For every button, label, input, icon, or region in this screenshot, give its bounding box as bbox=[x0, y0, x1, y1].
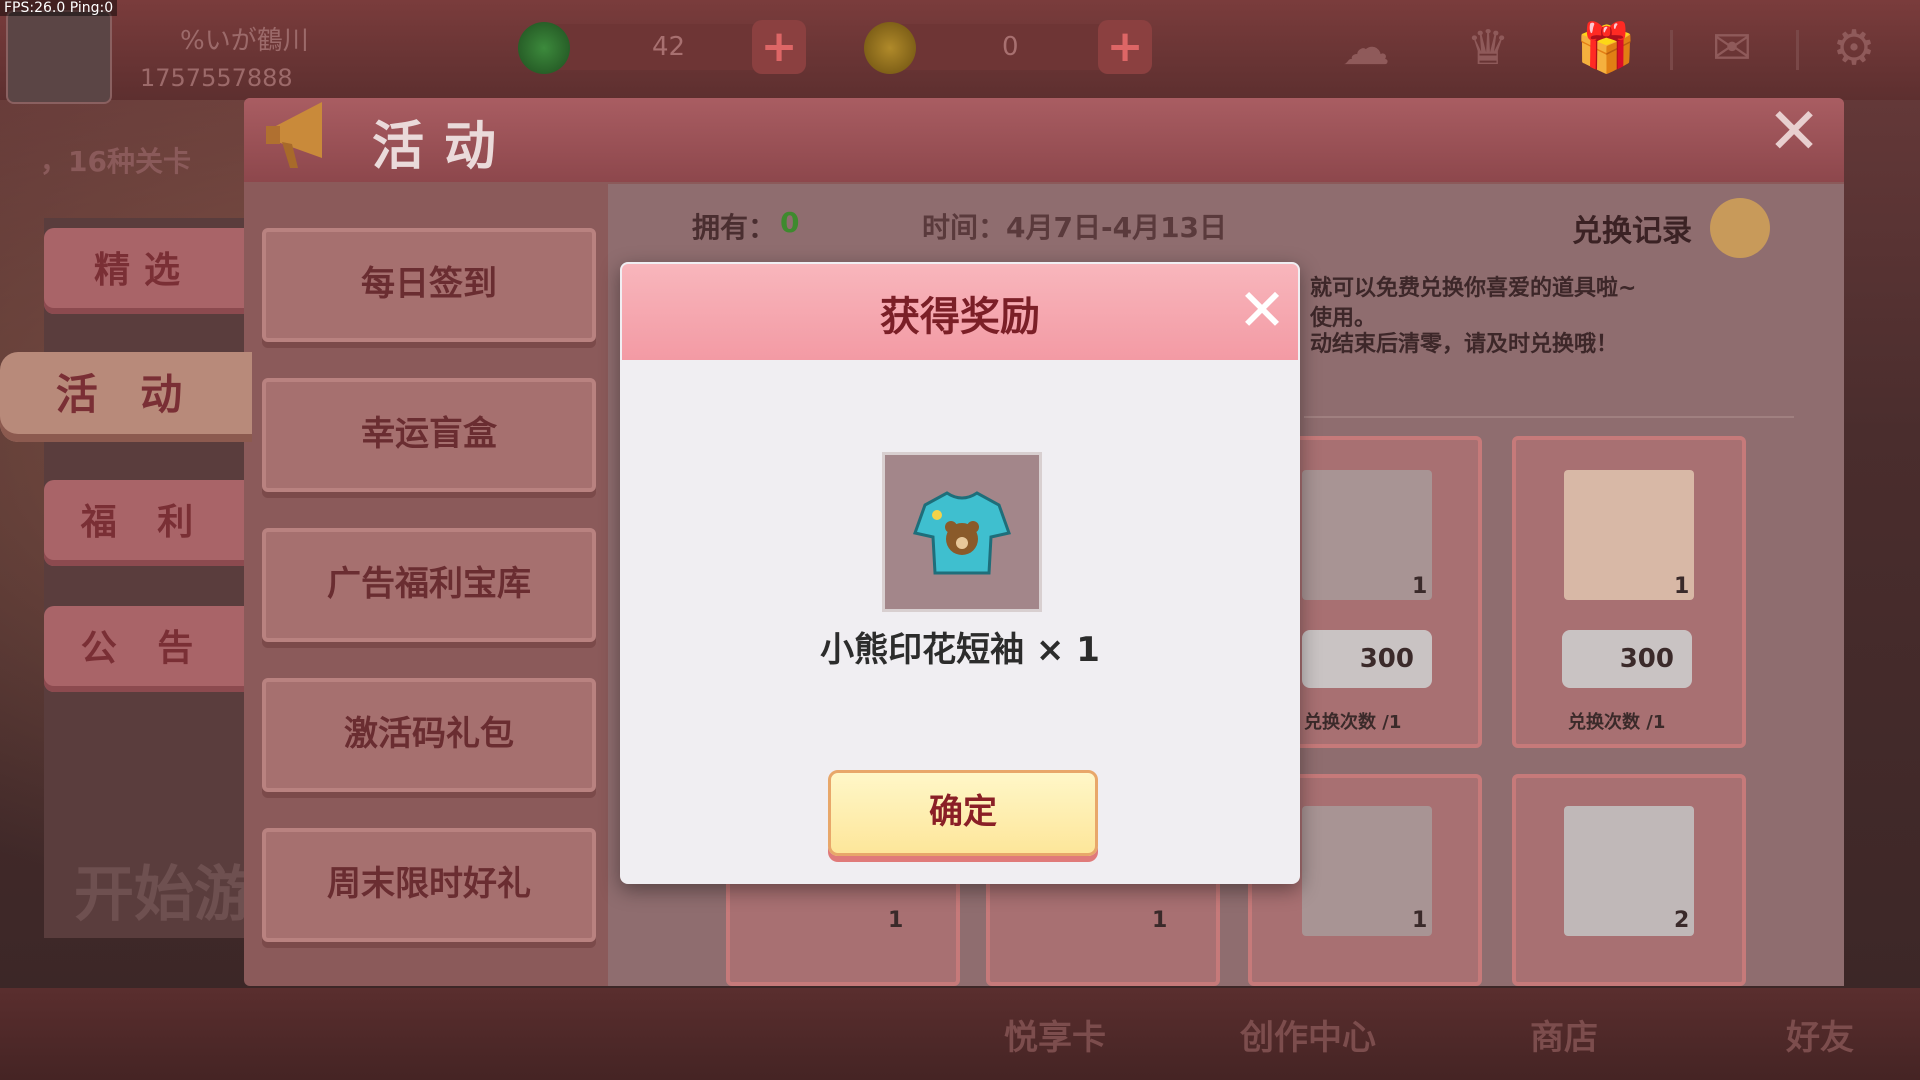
confirm-button[interactable]: 确定 bbox=[828, 770, 1098, 856]
own-label: 拥有： bbox=[692, 211, 777, 244]
bottom-nav-bar bbox=[0, 988, 1920, 1080]
desc-line-1: 就可以免费兑换你喜爱的道具啦~ bbox=[1310, 276, 1637, 301]
player-avatar[interactable] bbox=[6, 10, 112, 104]
add-currency2-button[interactable]: + bbox=[1098, 20, 1152, 74]
item-qty: 2 bbox=[1674, 908, 1690, 933]
tab-featured[interactable]: 精选 bbox=[44, 228, 244, 314]
gift-icon[interactable]: 🎁 bbox=[1574, 18, 1638, 78]
level-text: ，16种关卡 bbox=[40, 145, 191, 178]
item-qty: 1 bbox=[1412, 574, 1428, 599]
chat-icon[interactable]: ☁ bbox=[1334, 18, 1398, 78]
gear-icon[interactable]: ⚙ bbox=[1822, 18, 1886, 78]
divider bbox=[1796, 30, 1799, 70]
tab-welfare[interactable]: 福 利 bbox=[44, 480, 244, 566]
menu-daily-checkin[interactable]: 每日签到 bbox=[262, 228, 596, 342]
bottom-nav-joy-card[interactable]: 悦享卡 bbox=[1004, 1010, 1106, 1059]
currency1-value: 42 bbox=[652, 32, 686, 62]
record-list-icon[interactable] bbox=[1710, 198, 1770, 258]
coin-icon bbox=[864, 22, 916, 74]
price-button[interactable]: 300 bbox=[1562, 630, 1692, 688]
tab-activity[interactable]: 活 动 bbox=[0, 352, 252, 442]
player-name: %いが鶴川 bbox=[180, 26, 309, 56]
item-qty: 1 bbox=[1412, 908, 1428, 933]
reward-dialog-title: 获得奖励 bbox=[880, 294, 1040, 340]
time-range: 时间：4月7日-4月13日 bbox=[922, 211, 1228, 244]
exchange-record-label[interactable]: 兑换记录 bbox=[1572, 206, 1692, 250]
divider bbox=[1670, 30, 1673, 70]
exchange-count: 兑换次数 /1 bbox=[1304, 712, 1402, 733]
green-gem-icon bbox=[518, 22, 570, 74]
own-value: 0 bbox=[780, 206, 800, 239]
item-qty: 1 bbox=[888, 908, 904, 933]
crown-icon[interactable]: ♛ bbox=[1456, 18, 1520, 78]
currency2-value: 0 bbox=[1002, 32, 1019, 62]
left-background-panel bbox=[44, 218, 244, 938]
bottom-nav-friends[interactable]: 好友 bbox=[1786, 1010, 1854, 1059]
megaphone-icon bbox=[266, 102, 322, 168]
reward-item-name: 小熊印花短袖 × 1 bbox=[820, 630, 1100, 670]
menu-ad-welfare[interactable]: 广告福利宝库 bbox=[262, 528, 596, 642]
mail-icon[interactable]: ✉ bbox=[1700, 18, 1764, 78]
reward-item-slot bbox=[882, 452, 1042, 612]
price-button[interactable]: 300 bbox=[1302, 630, 1432, 688]
activity-panel-title: 活动 bbox=[372, 117, 517, 177]
divider bbox=[1304, 416, 1794, 418]
tshirt-icon bbox=[913, 491, 1011, 575]
bottom-nav-shop[interactable]: 商店 bbox=[1530, 1010, 1598, 1059]
bottom-nav-creation[interactable]: 创作中心 bbox=[1240, 1010, 1376, 1059]
menu-lucky-box[interactable]: 幸运盲盒 bbox=[262, 378, 596, 492]
start-game-text: 开始游 bbox=[74, 860, 254, 930]
exchange-count: 兑换次数 /1 bbox=[1568, 712, 1666, 733]
close-icon[interactable]: ✕ bbox=[1234, 281, 1290, 339]
desc-line-3: 动结束后清零，请及时兑换哦！ bbox=[1310, 332, 1619, 357]
tab-announcement[interactable]: 公 告 bbox=[44, 606, 244, 692]
menu-activation-code[interactable]: 激活码礼包 bbox=[262, 678, 596, 792]
item-qty: 1 bbox=[1674, 574, 1690, 599]
item-qty: 1 bbox=[1152, 908, 1168, 933]
fps-readout: FPS:26.0 Ping:0 bbox=[0, 0, 118, 16]
add-currency1-button[interactable]: + bbox=[752, 20, 806, 74]
close-icon[interactable]: ✕ bbox=[1762, 100, 1826, 164]
menu-weekend-gift[interactable]: 周末限时好礼 bbox=[262, 828, 596, 942]
